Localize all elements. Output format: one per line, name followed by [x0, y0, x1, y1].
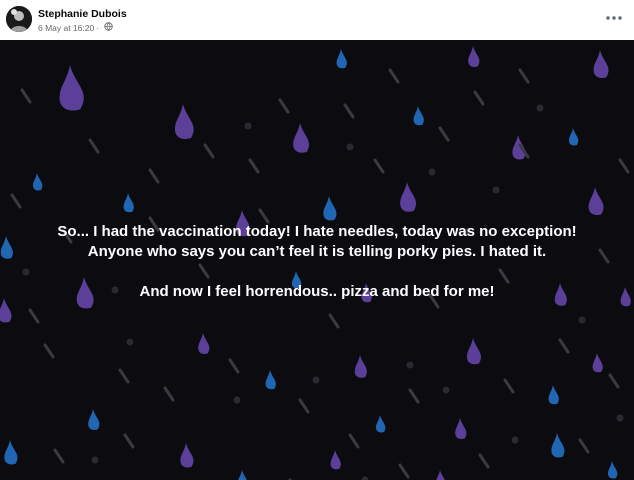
post-text-line-3: And now I feel horrendous.. pizza and be… [139, 283, 495, 300]
rain-dot [578, 316, 586, 324]
rain-dot [492, 186, 500, 194]
more-options-icon[interactable] [602, 10, 626, 26]
blue-raindrop [413, 106, 424, 126]
purple-raindrop [198, 333, 210, 354]
rain-dot [91, 456, 99, 464]
rain-dot [346, 143, 354, 151]
blue-raindrop [548, 385, 559, 405]
rain-streak [473, 90, 485, 106]
blue-raindrop [88, 409, 100, 430]
purple-raindrop [59, 65, 84, 111]
rain-dot [126, 338, 134, 346]
blue-raindrop [265, 370, 276, 390]
rain-dot [406, 361, 414, 369]
avatar-image [6, 6, 32, 32]
rain-streak [53, 448, 65, 464]
rain-dot [442, 386, 450, 394]
purple-raindrop [512, 135, 526, 160]
rain-streak [20, 88, 32, 104]
rain-streak [388, 68, 400, 84]
post-text-line-2: Anyone who says you can’t feel it is tel… [87, 243, 547, 260]
purple-raindrop [180, 443, 194, 468]
blue-raindrop [607, 461, 618, 479]
author-name[interactable]: Stephanie Dubois [38, 8, 127, 20]
rain-streak [328, 313, 340, 329]
rain-dot [233, 396, 241, 404]
rain-streak [478, 453, 490, 469]
globe-icon [104, 22, 113, 33]
post-meta: 6 May at 16:20 · [38, 22, 113, 33]
blue-raindrop [4, 440, 18, 465]
rain-streak [10, 193, 22, 209]
post-text: So... I had the vaccination today! I hat… [0, 222, 634, 302]
rain-dot [536, 104, 544, 112]
rain-streak [343, 103, 355, 119]
rain-dot [244, 122, 252, 130]
post-date[interactable]: 6 May at 16:20 [38, 23, 94, 33]
rain-streak [278, 98, 290, 114]
rain-streak [163, 386, 175, 402]
rain-streak [558, 338, 570, 354]
rain-streak [373, 158, 385, 174]
purple-raindrop [466, 338, 482, 365]
rain-streak [408, 388, 420, 404]
rain-streak [348, 433, 360, 449]
rain-streak [228, 358, 240, 374]
rain-streak [438, 126, 450, 142]
purple-raindrop [330, 450, 341, 470]
blue-raindrop [336, 49, 347, 69]
purple-raindrop [293, 123, 310, 153]
rain-dot [312, 376, 320, 384]
rain-streak [43, 343, 55, 359]
purple-raindrop [592, 353, 603, 373]
post-text-line-1: So... I had the vaccination today! I hat… [57, 223, 577, 240]
purple-raindrop [436, 470, 445, 480]
blue-raindrop [568, 128, 579, 146]
purple-raindrop [354, 355, 367, 378]
rain-dot [428, 168, 436, 176]
blue-raindrop [551, 433, 565, 458]
rain-streak [518, 68, 530, 84]
avatar[interactable] [6, 6, 32, 32]
purple-raindrop [588, 187, 604, 215]
rain-streak [258, 208, 270, 224]
rain-streak [118, 368, 130, 384]
blue-raindrop [375, 415, 386, 433]
rain-streak [298, 398, 310, 414]
rain-streak [148, 168, 160, 184]
purple-raindrop [455, 418, 467, 439]
post-header: Stephanie Dubois 6 May at 16:20 · [0, 0, 634, 40]
blue-raindrop [123, 193, 134, 213]
rain-streak [578, 438, 590, 454]
rain-streak [248, 158, 260, 174]
purple-raindrop [468, 46, 480, 67]
rain-dot [361, 476, 369, 480]
purple-raindrop [174, 104, 194, 139]
post-background-canvas: So... I had the vaccination today! I hat… [0, 40, 634, 480]
blue-raindrop [32, 173, 43, 191]
rain-streak [398, 463, 410, 479]
blue-raindrop [238, 470, 247, 480]
rain-streak [503, 378, 515, 394]
rain-streak [123, 433, 135, 449]
rain-streak [618, 158, 630, 174]
rain-streak [203, 143, 215, 159]
purple-raindrop [400, 182, 417, 212]
purple-raindrop [593, 50, 609, 78]
meta-separator: · [96, 22, 100, 33]
facebook-post: Stephanie Dubois 6 May at 16:20 · So... … [0, 0, 634, 480]
blue-raindrop [323, 196, 337, 221]
rain-streak [608, 373, 620, 389]
rain-streak [88, 138, 100, 154]
rain-streak [28, 308, 40, 324]
rain-dot [616, 414, 624, 422]
rain-dot [511, 436, 519, 444]
